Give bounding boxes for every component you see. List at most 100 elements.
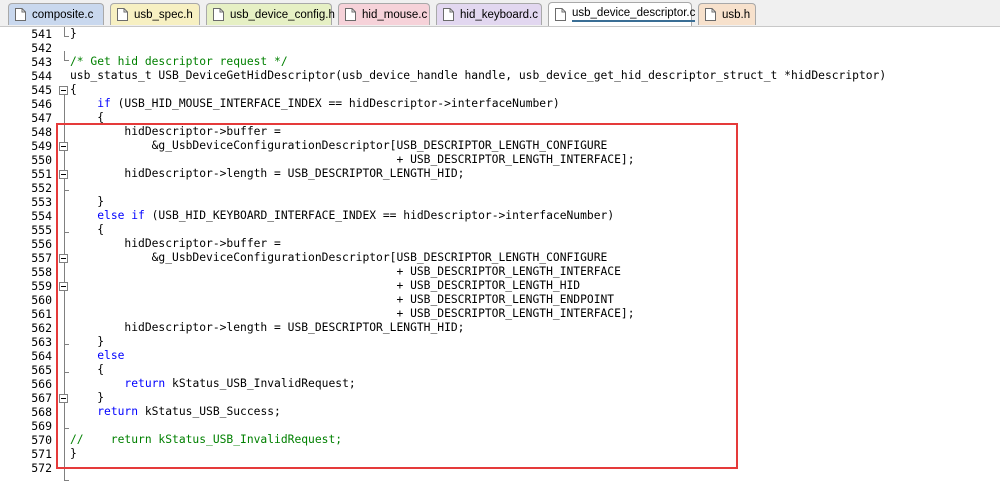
fold-end-marker: [64, 190, 69, 191]
code-line[interactable]: }: [70, 195, 104, 209]
code-line[interactable]: // return kStatus_USB_InvalidRequest;: [70, 433, 342, 447]
fold-toggle-icon[interactable]: [59, 86, 68, 95]
code-editor[interactable]: 541 542 543 544 545 546 547 548 549 550 551 552 553 5…: [0, 27, 1000, 492]
line-number: 543: [31, 55, 52, 69]
line-number: 550: [31, 153, 52, 167]
code-line[interactable]: {: [70, 111, 104, 125]
code-line[interactable]: hidDescriptor->buffer =: [70, 125, 281, 139]
tab-label: usb_spec.h: [134, 8, 193, 21]
code-line[interactable]: usb_status_t USB_DeviceGetHidDescriptor(…: [70, 69, 886, 83]
file-icon: [117, 8, 128, 21]
code-token: kStatus_USB_Success;: [138, 405, 281, 418]
code-token: (USB_HID_MOUSE_INTERFACE_INDEX == hidDes…: [110, 97, 560, 110]
tab-usb-device-descriptor-c[interactable]: usb_device_descriptor.c: [548, 2, 696, 26]
line-number: 570: [31, 433, 52, 447]
file-icon: [443, 8, 454, 21]
code-line[interactable]: return kStatus_USB_Success;: [70, 405, 281, 419]
fold-toggle-icon[interactable]: [59, 142, 68, 151]
code-token: {: [70, 111, 105, 124]
tab-usb-spec-h[interactable]: usb_spec.h: [110, 3, 200, 25]
comment-token: /* Get hid descriptor request */: [70, 55, 288, 68]
fold-end-marker: [64, 60, 69, 61]
line-number: 542: [31, 41, 52, 55]
fold-toggle-icon[interactable]: [59, 282, 68, 291]
code-line[interactable]: {: [70, 363, 104, 377]
line-number: 545: [31, 83, 52, 97]
line-number: 563: [31, 335, 52, 349]
code-token: }: [70, 447, 77, 460]
code-line[interactable]: + USB_DESCRIPTOR_LENGTH_INTERFACE];: [70, 307, 634, 321]
line-number: 557: [31, 251, 52, 265]
fold-end-marker: [64, 344, 69, 345]
line-number: 568: [31, 405, 52, 419]
code-line[interactable]: + USB_DESCRIPTOR_LENGTH_ENDPOINT: [70, 293, 614, 307]
fold-end-marker: [64, 428, 69, 429]
code-line[interactable]: return kStatus_USB_InvalidRequest;: [70, 377, 355, 391]
line-number: 560: [31, 293, 52, 307]
code-line[interactable]: hidDescriptor->length = USB_DESCRIPTOR_L…: [70, 167, 464, 181]
fold-toggle-icon[interactable]: [59, 254, 68, 263]
tab-label: usb_device_descriptor.c: [572, 7, 696, 22]
code-token: hidDescriptor->length = USB_DESCRIPTOR_L…: [70, 321, 465, 334]
file-icon: [555, 8, 566, 21]
code-line[interactable]: if (USB_HID_MOUSE_INTERFACE_INDEX == hid…: [70, 97, 560, 111]
tab-composite-c[interactable]: composite.c: [8, 3, 104, 25]
code-token: usb_status_t USB_DeviceGetHidDescriptor(…: [70, 69, 887, 82]
code-line[interactable]: }: [70, 447, 77, 461]
code-token: }: [70, 391, 105, 404]
fold-toggle-icon[interactable]: [59, 394, 68, 403]
file-icon: [345, 8, 356, 21]
line-number: 566: [31, 377, 52, 391]
code-token: hidDescriptor->buffer =: [70, 125, 281, 138]
code-line[interactable]: /* Get hid descriptor request */: [70, 55, 288, 69]
fold-end-marker: [64, 36, 69, 37]
keyword-token: else if: [97, 209, 145, 222]
tab-hid-mouse-c[interactable]: hid_mouse.c: [338, 3, 430, 25]
line-number: 554: [31, 209, 52, 223]
file-icon: [213, 8, 224, 21]
code-line[interactable]: else: [70, 349, 124, 363]
line-number: 549: [31, 139, 52, 153]
code-line[interactable]: {: [70, 83, 77, 97]
line-number: 552: [31, 181, 52, 195]
line-number: 561: [31, 307, 52, 321]
file-icon: [15, 8, 26, 21]
code-line[interactable]: hidDescriptor->buffer =: [70, 237, 281, 251]
code-line[interactable]: hidDescriptor->length = USB_DESCRIPTOR_L…: [70, 321, 464, 335]
code-token: {: [70, 83, 77, 96]
tab-label: hid_keyboard.c: [460, 8, 538, 21]
code-line[interactable]: &g_UsbDeviceConfigurationDescriptor[USB_…: [70, 139, 608, 153]
code-line[interactable]: + USB_DESCRIPTOR_LENGTH_INTERFACE];: [70, 153, 635, 167]
line-number: 547: [31, 111, 52, 125]
line-number: 558: [31, 265, 52, 279]
code-line[interactable]: + USB_DESCRIPTOR_LENGTH_INTERFACE: [70, 265, 621, 279]
tab-usb-h[interactable]: usb.h: [698, 3, 756, 25]
code-line[interactable]: + USB_DESCRIPTOR_LENGTH_HID: [70, 279, 580, 293]
code-line[interactable]: else if (USB_HID_KEYBOARD_INTERFACE_INDE…: [70, 209, 614, 223]
comment-token: // return kStatus_USB_InvalidRequest;: [70, 433, 343, 446]
code-line[interactable]: &g_UsbDeviceConfigurationDescriptor[USB_…: [70, 251, 608, 265]
line-number: 553: [31, 195, 52, 209]
code-token: }: [70, 195, 105, 208]
fold-toggle-icon[interactable]: [59, 170, 68, 179]
code-token: hidDescriptor->buffer =: [70, 237, 281, 250]
code-token: {: [70, 363, 105, 376]
keyword-token: else: [97, 349, 125, 362]
tab-hid-keyboard-c[interactable]: hid_keyboard.c: [436, 3, 542, 25]
code-line[interactable]: }: [70, 391, 104, 405]
code-token: + USB_DESCRIPTOR_LENGTH_INTERFACE: [70, 265, 621, 278]
line-number: 567: [31, 391, 52, 405]
code-line[interactable]: }: [70, 27, 77, 41]
code-token: + USB_DESCRIPTOR_LENGTH_INTERFACE];: [70, 153, 635, 166]
tab-usb-device-config-h[interactable]: usb_device_config.h: [206, 3, 335, 25]
line-number: 565: [31, 363, 52, 377]
line-number: 544: [31, 69, 52, 83]
line-number: 548: [31, 125, 52, 139]
tab-label: usb_device_config.h: [230, 8, 335, 21]
code-line[interactable]: }: [70, 335, 104, 349]
code-line[interactable]: {: [70, 223, 104, 237]
